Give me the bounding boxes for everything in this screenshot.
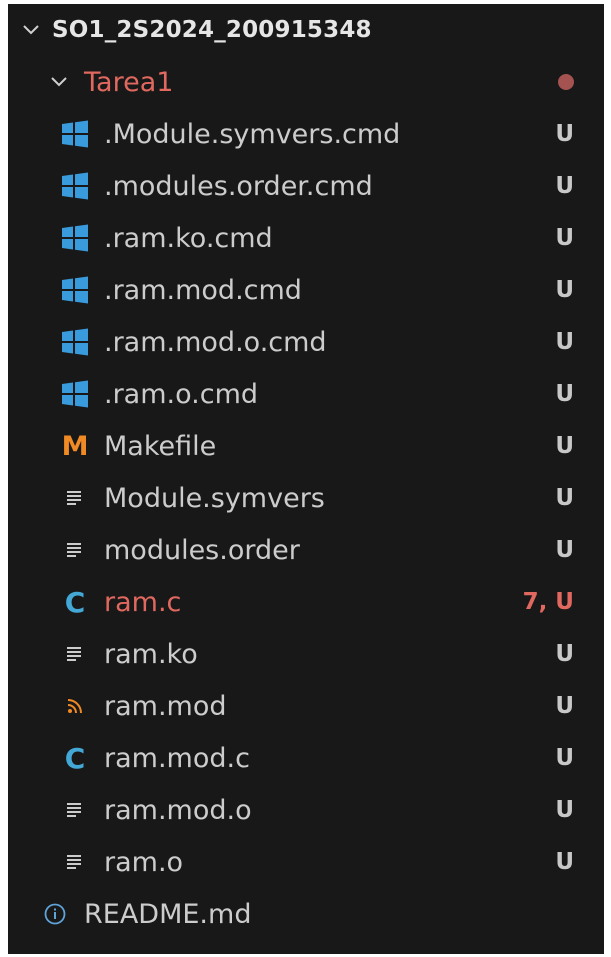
makefile-icon: M: [61, 430, 89, 462]
file-item[interactable]: .modules.order.cmd U: [8, 160, 604, 212]
file-name: .ram.mod.cmd: [104, 274, 302, 306]
folder-tarea1[interactable]: Tarea1: [8, 56, 604, 108]
chevron-down-icon[interactable]: [20, 19, 42, 41]
file-item[interactable]: Module.symvers U: [8, 472, 604, 524]
git-status-badge: U: [555, 485, 574, 511]
file-item[interactable]: C ram.c 7, U: [8, 576, 604, 628]
file-item[interactable]: ram.mod U: [8, 680, 604, 732]
chevron-down-icon[interactable]: [48, 71, 70, 93]
file-name: ram.mod: [104, 690, 227, 722]
git-status-badge: U: [555, 641, 574, 667]
file-name: Module.symvers: [104, 482, 325, 514]
git-status-badge: U: [555, 381, 574, 407]
file-name: Makefile: [104, 430, 217, 462]
windows-icon: [60, 327, 90, 357]
windows-icon: [60, 275, 90, 305]
file-name: .ram.mod.o.cmd: [104, 326, 327, 358]
git-status-badge: U: [555, 121, 574, 147]
git-status-badge: U: [555, 797, 574, 823]
windows-icon: [60, 379, 90, 409]
c-file-icon: C: [64, 585, 86, 619]
file-name: .modules.order.cmd: [104, 170, 373, 202]
file-item[interactable]: .ram.mod.o.cmd U: [8, 316, 604, 368]
file-item[interactable]: C ram.mod.c U: [8, 732, 604, 784]
text-file-icon: [60, 535, 90, 565]
file-name: ram.c: [104, 586, 182, 618]
text-file-icon: [60, 795, 90, 825]
file-name: modules.order: [104, 534, 300, 566]
file-item[interactable]: .ram.mod.cmd U: [8, 264, 604, 316]
windows-icon: [60, 119, 90, 149]
git-status-badge: U: [555, 329, 574, 355]
git-status-badge: U: [555, 277, 574, 303]
c-file-icon: C: [64, 741, 86, 775]
git-status-badge: U: [555, 693, 574, 719]
file-name: ram.ko: [104, 638, 198, 670]
git-status-badge: U: [555, 537, 574, 563]
windows-icon: [60, 223, 90, 253]
text-file-icon: [60, 639, 90, 669]
file-name: ram.mod.c: [104, 742, 250, 774]
text-file-icon: [60, 847, 90, 877]
file-item-readme[interactable]: README.md: [8, 888, 604, 940]
windows-icon: [60, 171, 90, 201]
file-item[interactable]: ram.ko U: [8, 628, 604, 680]
info-icon: [40, 899, 70, 929]
file-name: .ram.ko.cmd: [104, 222, 273, 254]
git-status-badge: U: [555, 225, 574, 251]
git-status-badge: U: [555, 173, 574, 199]
file-item[interactable]: ram.o U: [8, 836, 604, 888]
file-item[interactable]: modules.order U: [8, 524, 604, 576]
git-status-badge: U: [555, 433, 574, 459]
text-file-icon: [60, 483, 90, 513]
git-status-badge: U: [555, 849, 574, 875]
root-folder[interactable]: SO1_2S2024_200915348: [8, 4, 604, 56]
file-item[interactable]: .Module.symvers.cmd U: [8, 108, 604, 160]
file-name: .Module.symvers.cmd: [104, 118, 401, 150]
file-name: ram.mod.o: [104, 794, 252, 826]
modified-dot-icon: [558, 74, 574, 90]
rss-icon: [60, 691, 90, 721]
file-item[interactable]: ram.mod.o U: [8, 784, 604, 836]
root-folder-label: SO1_2S2024_200915348: [52, 17, 372, 43]
file-item[interactable]: .ram.ko.cmd U: [8, 212, 604, 264]
folder-label: Tarea1: [84, 66, 174, 98]
file-explorer: SO1_2S2024_200915348 Tarea1 .Module.symv…: [8, 4, 604, 954]
file-name: ram.o: [104, 846, 184, 878]
file-name: .ram.o.cmd: [104, 378, 259, 410]
file-name: README.md: [84, 898, 252, 930]
git-status-badge: U: [555, 745, 574, 771]
file-item[interactable]: .ram.o.cmd U: [8, 368, 604, 420]
file-item[interactable]: M Makefile U: [8, 420, 604, 472]
git-status-badge: 7, U: [522, 589, 574, 615]
